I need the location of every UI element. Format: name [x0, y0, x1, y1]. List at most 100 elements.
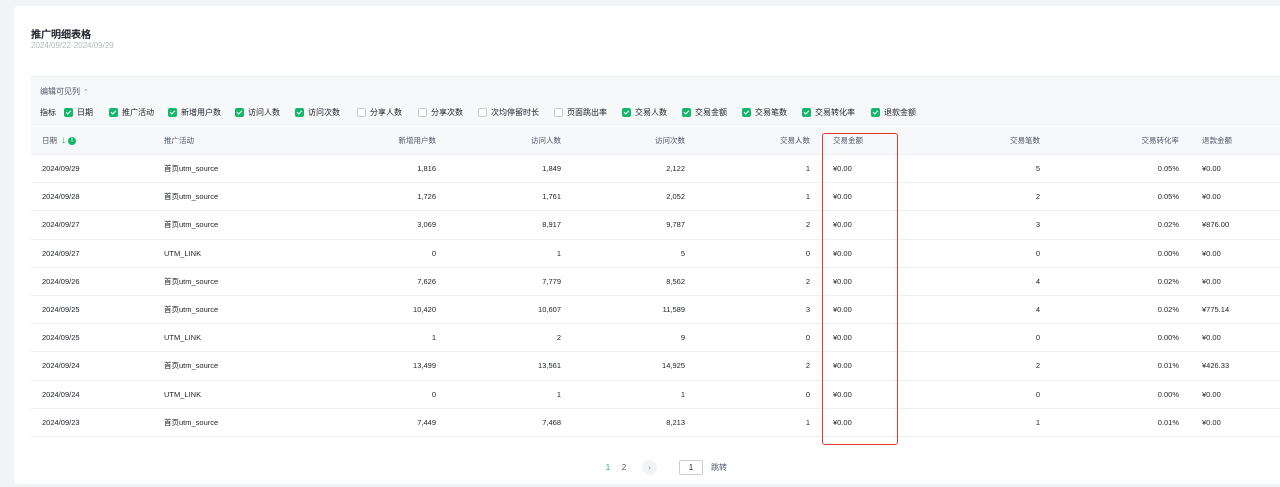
- table-cell: 0: [431, 248, 436, 258]
- table-row: 2024/09/27 UTM_LINK 0 1 5 0 ¥0.00 0 0.00% ¥0.00: [31, 240, 1280, 268]
- table-row: 2024/09/27 首页utm_source 3,069 8,917 9,787 2 ¥0…: [31, 211, 1280, 240]
- checkbox-checked-icon: [168, 108, 177, 117]
- sort-descending-icon[interactable]: ↓: [61, 135, 66, 146]
- table-cell: 首页utm_source: [164, 361, 219, 371]
- page-jump-input[interactable]: 1: [679, 460, 703, 475]
- metric-label: 新增用户数: [181, 108, 221, 117]
- table-cell: ¥0.00: [1202, 248, 1221, 258]
- metric-checkbox-8[interactable]: 页面跳出率: [554, 107, 607, 118]
- metric-checkbox-7[interactable]: 次均停留时长: [478, 107, 539, 118]
- table-row: 2024/09/25 UTM_LINK 1 2 9 0 ¥0.00 0 0.00% ¥0.00: [31, 324, 1280, 353]
- column-header-label: 交易金额: [833, 136, 863, 145]
- metric-checkbox-10[interactable]: 交易金额: [682, 107, 727, 118]
- table-row: 2024/09/25 首页utm_source 10,420 10,607 11,589…: [31, 296, 1280, 325]
- column-header-3: 访问人数: [531, 127, 561, 154]
- metric-checkbox-12[interactable]: 交易转化率: [802, 107, 855, 118]
- table-cell: 9: [680, 333, 685, 343]
- table-cell: 0.00%: [1157, 389, 1179, 399]
- table-cell: 2024/09/24: [42, 389, 80, 399]
- table-cell: 2024/09/24: [42, 361, 80, 371]
- metric-checkbox-0[interactable]: 日期: [64, 107, 93, 118]
- table-cell: 1: [556, 389, 561, 399]
- metric-label: 次均停留时长: [491, 108, 539, 117]
- table-cell: 1: [805, 417, 810, 427]
- metric-checkbox-4[interactable]: 访问次数: [295, 107, 340, 118]
- column-header-0[interactable]: 日期 ↓!: [42, 127, 76, 154]
- checkbox-unchecked-icon: [357, 108, 366, 117]
- metric-label: 分享次数: [431, 108, 463, 117]
- table-cell: 2024/09/25: [42, 333, 80, 343]
- chevron-up-icon: ⌃: [83, 88, 89, 96]
- table-cell: 7,449: [417, 417, 436, 427]
- data-table: 日期 ↓! 推广活动 新增用户数 访问人数 访问次数 交易人数 交易金额 交易笔数 交易转化率 退款…: [31, 127, 1280, 437]
- table-cell: 0.02%: [1157, 220, 1179, 230]
- table-cell: 2024/09/27: [42, 248, 80, 258]
- edit-columns-toggle[interactable]: 编辑可见列 ⌃: [40, 86, 89, 97]
- table-cell: 2: [1035, 361, 1040, 371]
- table-cell: 1: [805, 192, 810, 202]
- page-button-2[interactable]: 2: [616, 463, 632, 472]
- pagination: 1 2 › 1 跳转: [600, 460, 727, 475]
- table-cell: UTM_LINK: [164, 389, 202, 399]
- columns-panel: 编辑可见列 ⌃ 指标 日期 推广活动 新增用户数 访问人数 访问次数 分享人数 分享次数 次均…: [31, 76, 1280, 126]
- table-cell: 1,761: [542, 192, 561, 202]
- table-row: 2024/09/24 UTM_LINK 0 1 1 0 ¥0.00 0 0.00% ¥0.00: [31, 381, 1280, 409]
- metric-label: 页面跳出率: [567, 108, 607, 117]
- table-cell: 2024/09/25: [42, 305, 80, 315]
- metric-checkbox-13[interactable]: 退款金额: [871, 107, 916, 118]
- table-cell: 4: [1035, 276, 1040, 286]
- table-cell: ¥0.00: [833, 276, 852, 286]
- metric-checkbox-2[interactable]: 新增用户数: [168, 107, 221, 118]
- table-cell: ¥0.00: [1202, 417, 1221, 427]
- column-header-label: 退款金额: [1202, 136, 1232, 145]
- table-cell: 5: [1035, 164, 1040, 174]
- table-cell: 4: [1035, 305, 1040, 315]
- table-cell: 9,787: [666, 220, 685, 230]
- table-cell: 0: [1035, 389, 1040, 399]
- table-cell: 0.05%: [1157, 192, 1179, 202]
- checkbox-checked-icon: [295, 108, 304, 117]
- table-cell: 2: [1035, 192, 1040, 202]
- column-header-7: 交易笔数: [1010, 127, 1040, 154]
- metric-checkbox-5[interactable]: 分享人数: [357, 107, 402, 118]
- metric-label: 访问人数: [248, 108, 280, 117]
- metric-checkbox-3[interactable]: 访问人数: [235, 107, 280, 118]
- edit-columns-label: 编辑可见列: [40, 87, 80, 96]
- metric-checkbox-1[interactable]: 推广活动: [109, 107, 154, 118]
- info-icon[interactable]: !: [68, 136, 76, 145]
- table-cell: ¥0.00: [833, 248, 852, 258]
- table-row: 2024/09/24 首页utm_source 13,499 13,561 14,925…: [31, 352, 1280, 381]
- page-jump-button[interactable]: 跳转: [711, 462, 727, 473]
- metric-checkbox-9[interactable]: 交易人数: [622, 107, 667, 118]
- table-cell: 1: [805, 164, 810, 174]
- column-header-label: 访问人数: [531, 136, 561, 145]
- table-cell: 3,069: [417, 220, 436, 230]
- table-cell: 7,626: [417, 276, 436, 286]
- metric-checkbox-6[interactable]: 分享次数: [418, 107, 463, 118]
- table-cell: 10,420: [413, 305, 436, 315]
- table-row: 2024/09/28 首页utm_source 1,726 1,761 2,052 1 ¥0…: [31, 183, 1280, 212]
- metric-checkbox-11[interactable]: 交易笔数: [742, 107, 787, 118]
- checkbox-checked-icon: [64, 108, 73, 117]
- column-header-6: 交易金额: [833, 127, 863, 154]
- page-button-1[interactable]: 1: [600, 463, 616, 472]
- column-header-5: 交易人数: [780, 127, 810, 154]
- column-header-label: 交易笔数: [1010, 136, 1040, 145]
- table-cell: ¥0.00: [1202, 192, 1221, 202]
- checkbox-checked-icon: [742, 108, 751, 117]
- table-cell: 13,561: [538, 361, 561, 371]
- column-header-4: 访问次数: [655, 127, 685, 154]
- table-row: 2024/09/29 首页utm_source 1,816 1,849 2,122 1 ¥0…: [31, 155, 1280, 184]
- metric-label: 交易人数: [635, 108, 667, 117]
- table-cell: 2: [805, 361, 810, 371]
- column-header-label: 新增用户数: [398, 136, 437, 145]
- table-cell: 1: [680, 389, 685, 399]
- table-cell: 2: [805, 220, 810, 230]
- table-cell: ¥775.14: [1202, 305, 1230, 315]
- metric-label: 访问次数: [308, 108, 340, 117]
- metric-label: 推广活动: [122, 108, 154, 117]
- metric-label: 日期: [77, 108, 93, 117]
- table-cell: ¥0.00: [833, 417, 852, 427]
- checkbox-checked-icon: [871, 108, 880, 117]
- next-page-icon[interactable]: ›: [642, 460, 657, 475]
